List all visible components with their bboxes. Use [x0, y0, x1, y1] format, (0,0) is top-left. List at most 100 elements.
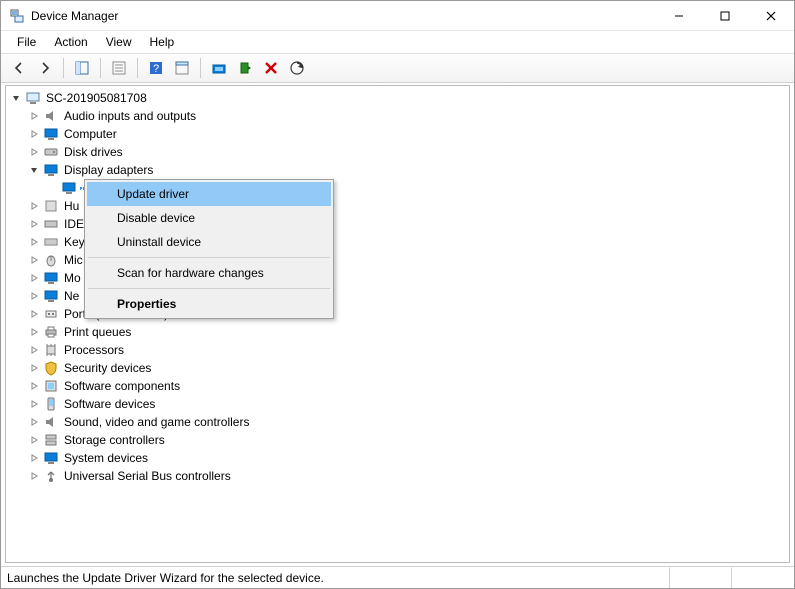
monitor-icon	[42, 449, 60, 467]
close-button[interactable]	[748, 1, 794, 30]
chevron-right-icon[interactable]	[26, 233, 42, 251]
device-icon	[42, 395, 60, 413]
tree-item[interactable]: Software devices	[8, 395, 787, 413]
chevron-right-icon[interactable]	[26, 269, 42, 287]
toolbar: ?	[1, 53, 794, 83]
tree-item[interactable]: Disk drives	[8, 143, 787, 161]
monitor-icon	[42, 269, 60, 287]
tree-item[interactable]: System devices	[8, 449, 787, 467]
storage-icon	[42, 431, 60, 449]
tree-item-label: Print queues	[62, 323, 133, 341]
tree-root[interactable]: SC-201905081708	[8, 89, 787, 107]
chevron-right-icon[interactable]	[26, 125, 42, 143]
scan-hardware-button[interactable]	[285, 56, 309, 80]
tree-item[interactable]: Universal Serial Bus controllers	[8, 467, 787, 485]
chevron-down-icon[interactable]	[26, 161, 42, 179]
status-text: Launches the Update Driver Wizard for th…	[1, 567, 670, 588]
audio-icon	[42, 413, 60, 431]
tree-item-label: System devices	[62, 449, 150, 467]
properties-button[interactable]	[107, 56, 131, 80]
menu-view[interactable]: View	[98, 33, 140, 51]
tree-item-label: Sound, video and game controllers	[62, 413, 251, 431]
show-hide-tree-button[interactable]	[70, 56, 94, 80]
chevron-right-icon[interactable]	[26, 323, 42, 341]
tree-item-label: Universal Serial Bus controllers	[62, 467, 233, 485]
context-menu-properties[interactable]: Properties	[87, 292, 331, 316]
context-menu: Update driver Disable device Uninstall d…	[84, 179, 334, 319]
tree-item-label: Ne	[62, 287, 81, 305]
display-adapter-icon	[60, 179, 78, 197]
device-tree-pane[interactable]: SC-201905081708 Audio inputs and outputs…	[5, 85, 790, 563]
tree-item-label: Mic	[62, 251, 85, 269]
action-button[interactable]	[170, 56, 194, 80]
tree-item[interactable]: Security devices	[8, 359, 787, 377]
menu-action[interactable]: Action	[46, 33, 95, 51]
tree-item[interactable]: Storage controllers	[8, 431, 787, 449]
titlebar: Device Manager	[1, 1, 794, 31]
mouse-icon	[42, 251, 60, 269]
tree-item-label: IDE	[62, 215, 86, 233]
tree-item[interactable]: Audio inputs and outputs	[8, 107, 787, 125]
window-title: Device Manager	[31, 9, 118, 23]
svg-text:?: ?	[153, 63, 159, 75]
usb-icon	[42, 467, 60, 485]
context-menu-uninstall-device[interactable]: Uninstall device	[87, 230, 331, 254]
chevron-right-icon[interactable]	[26, 377, 42, 395]
chevron-right-icon[interactable]	[26, 413, 42, 431]
monitor-icon	[42, 125, 60, 143]
device-manager-window: Device Manager File Action View Help ?	[0, 0, 795, 589]
tree-root-label: SC-201905081708	[44, 89, 149, 107]
chevron-right-icon[interactable]	[26, 197, 42, 215]
uninstall-device-button[interactable]	[259, 56, 283, 80]
tree-item-label: Software devices	[62, 395, 157, 413]
tree-item-label: Security devices	[62, 359, 153, 377]
chevron-right-icon[interactable]	[26, 143, 42, 161]
chevron-right-icon[interactable]	[26, 467, 42, 485]
tree-item[interactable]: Print queues	[8, 323, 787, 341]
printer-icon	[42, 323, 60, 341]
context-menu-update-driver[interactable]: Update driver	[87, 182, 331, 206]
chevron-right-icon[interactable]	[26, 305, 42, 323]
tree-item-label: Storage controllers	[62, 431, 167, 449]
tree-item[interactable]: Software components	[8, 377, 787, 395]
minimize-button[interactable]	[656, 1, 702, 30]
chevron-right-icon[interactable]	[26, 251, 42, 269]
context-menu-disable-device[interactable]: Disable device	[87, 206, 331, 230]
display-adapter-icon	[42, 161, 60, 179]
tree-item-label: Computer	[62, 125, 119, 143]
menu-help[interactable]: Help	[142, 33, 183, 51]
tree-item-label: Mo	[62, 269, 83, 287]
tree-item[interactable]: Sound, video and game controllers	[8, 413, 787, 431]
chevron-right-icon[interactable]	[26, 215, 42, 233]
chevron-right-icon[interactable]	[26, 431, 42, 449]
chevron-right-icon[interactable]	[26, 395, 42, 413]
cpu-icon	[42, 341, 60, 359]
forward-button[interactable]	[33, 56, 57, 80]
enable-device-button[interactable]	[233, 56, 257, 80]
tree-item-label: Software components	[62, 377, 182, 395]
back-button[interactable]	[7, 56, 31, 80]
menu-file[interactable]: File	[9, 33, 44, 51]
tree-item[interactable]: Computer	[8, 125, 787, 143]
chevron-right-icon[interactable]	[26, 287, 42, 305]
context-menu-scan[interactable]: Scan for hardware changes	[87, 261, 331, 285]
tree-item-label: Key	[62, 233, 87, 251]
chevron-down-icon[interactable]	[8, 89, 24, 107]
tree-item-display-adapters[interactable]: Display adapters	[8, 161, 787, 179]
ide-icon	[42, 215, 60, 233]
update-driver-button[interactable]	[207, 56, 231, 80]
maximize-button[interactable]	[702, 1, 748, 30]
chevron-right-icon[interactable]	[26, 107, 42, 125]
chevron-right-icon[interactable]	[26, 341, 42, 359]
shield-icon	[42, 359, 60, 377]
chevron-right-icon[interactable]	[26, 449, 42, 467]
help-button[interactable]: ?	[144, 56, 168, 80]
statusbar: Launches the Update Driver Wizard for th…	[1, 566, 794, 588]
status-cell-2	[670, 567, 732, 588]
context-menu-separator	[88, 288, 330, 289]
network-icon	[42, 287, 60, 305]
tree-item-label: Display adapters	[62, 161, 155, 179]
tree-item[interactable]: Processors	[8, 341, 787, 359]
keyboard-icon	[42, 233, 60, 251]
chevron-right-icon[interactable]	[26, 359, 42, 377]
